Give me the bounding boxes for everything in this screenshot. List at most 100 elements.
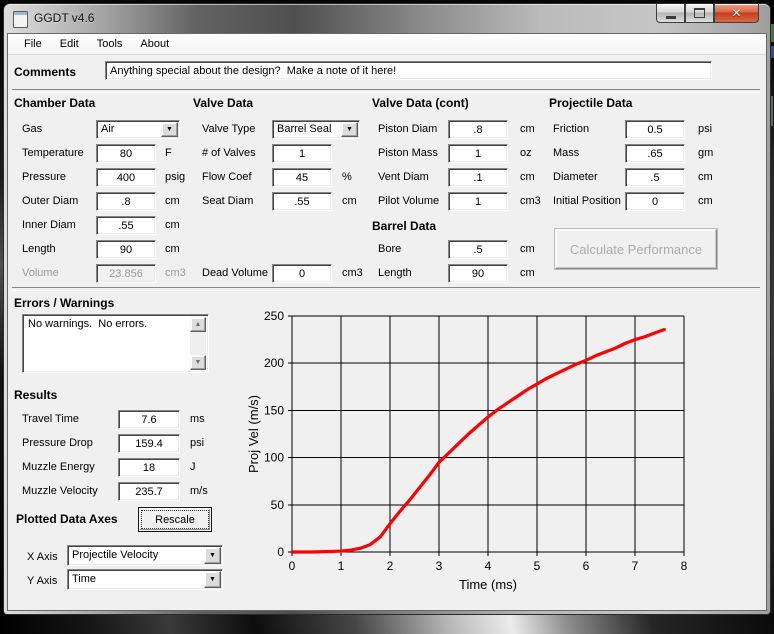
svg-text:5: 5 [534, 559, 541, 573]
proj-diameter-label: Diameter [553, 171, 598, 183]
piston-diam-input[interactable] [448, 120, 508, 139]
comments-input[interactable] [105, 61, 712, 80]
results-title: Results [14, 388, 57, 402]
muzzle-energy-label: Muzzle Energy [22, 461, 95, 473]
svg-text:200: 200 [264, 356, 284, 370]
initial-position-unit: cm [698, 195, 713, 207]
pressure-input[interactable] [96, 168, 156, 187]
y-axis-label: Y Axis [27, 575, 57, 587]
piston-diam-unit: cm [520, 123, 535, 135]
num-valves-input[interactable] [272, 144, 332, 163]
svg-text:4: 4 [485, 559, 492, 573]
muzzle-velocity-label: Muzzle Velocity [22, 485, 98, 497]
svg-text:1: 1 [338, 559, 345, 573]
gas-combobox[interactable]: Air ▼ [96, 120, 180, 139]
desktop-icon-sliver [770, 46, 774, 58]
barrel-length-input[interactable] [448, 264, 508, 283]
chevron-down-icon[interactable]: ▼ [161, 122, 178, 137]
plotted-data-axes-title: Plotted Data Axes [16, 512, 118, 526]
bore-input[interactable] [448, 240, 508, 259]
pilot-volume-input[interactable] [448, 192, 508, 211]
maximize-button[interactable] [685, 4, 714, 23]
muzzle-energy-output [118, 458, 180, 477]
svg-text:Proj Vel (m/s): Proj Vel (m/s) [246, 395, 261, 473]
menu-item-edit[interactable]: Edit [51, 36, 88, 52]
proj-diameter-input[interactable] [625, 168, 685, 187]
minimize-icon [666, 16, 676, 19]
muzzle-velocity-unit: m/s [190, 485, 208, 497]
pressure-unit: psig [165, 171, 185, 183]
menu-item-tools[interactable]: Tools [88, 36, 132, 52]
scroll-down-icon[interactable]: ▼ [190, 355, 206, 370]
valve-data-cont-title: Valve Data (cont) [372, 96, 469, 110]
app-icon [13, 11, 28, 28]
chevron-down-icon[interactable]: ▼ [204, 547, 221, 564]
svg-text:3: 3 [436, 559, 443, 573]
menu-item-about[interactable]: About [131, 36, 178, 52]
separator [12, 89, 760, 93]
inner-diam-input[interactable] [96, 216, 156, 235]
dead-volume-label: Dead Volume [202, 267, 268, 279]
titlebar[interactable]: GGDT v4.6 ✕ [4, 4, 770, 33]
rescale-button[interactable]: Rescale [138, 507, 212, 532]
gas-label: Gas [22, 123, 42, 135]
errors-warnings-textarea[interactable]: No warnings. No errors. ▲ ▼ [22, 314, 209, 373]
svg-text:8: 8 [681, 559, 688, 573]
chevron-down-icon[interactable]: ▼ [341, 122, 358, 137]
initial-position-label: Initial Position [553, 195, 621, 207]
minimize-button[interactable] [656, 4, 685, 23]
scroll-up-icon[interactable]: ▲ [190, 317, 206, 332]
vent-diam-input[interactable] [448, 168, 508, 187]
svg-text:7: 7 [632, 559, 639, 573]
num-valves-label: # of Valves [202, 147, 256, 159]
svg-text:0: 0 [277, 545, 284, 559]
chamber-data-title: Chamber Data [14, 96, 95, 110]
comments-label: Comments [14, 65, 76, 79]
volume-input [96, 264, 156, 283]
menu-item-file[interactable]: File [15, 36, 51, 52]
svg-text:150: 150 [264, 403, 284, 417]
temperature-unit: F [165, 147, 172, 159]
seat-diam-label: Seat Diam [202, 195, 253, 207]
y-axis-select[interactable]: Time ▼ [67, 569, 223, 590]
barrel-length-label: Length [378, 267, 412, 279]
piston-mass-input[interactable] [448, 144, 508, 163]
piston-mass-label: Piston Mass [378, 147, 438, 159]
barrel-data-title: Barrel Data [372, 219, 436, 233]
valve-type-combobox[interactable]: Barrel Seal ▼ [272, 120, 360, 139]
travel-time-unit: ms [190, 413, 205, 425]
outer-diam-input[interactable] [96, 192, 156, 211]
pressure-label: Pressure [22, 171, 66, 183]
vent-diam-label: Vent Diam [378, 171, 429, 183]
menubar: File Edit Tools About [8, 34, 766, 55]
calculate-performance-button[interactable]: Calculate Performance [555, 229, 717, 269]
chamber-length-label: Length [22, 243, 56, 255]
travel-time-label: Travel Time [22, 413, 79, 425]
barrel-length-unit: cm [520, 267, 535, 279]
x-axis-select[interactable]: Projectile Velocity ▼ [67, 545, 223, 566]
temperature-label: Temperature [22, 147, 84, 159]
close-button[interactable]: ✕ [714, 4, 759, 23]
x-axis-label: X Axis [27, 551, 58, 563]
window-title: GGDT v4.6 [34, 11, 94, 25]
scrollbar[interactable]: ▲ ▼ [190, 317, 206, 370]
flow-coef-input[interactable] [272, 168, 332, 187]
maximize-icon [694, 8, 705, 18]
temperature-input[interactable] [96, 144, 156, 163]
chevron-down-icon[interactable]: ▼ [204, 571, 221, 588]
pilot-volume-unit: cm3 [520, 195, 541, 207]
bore-unit: cm [520, 243, 535, 255]
velocity-chart: 012345678050100150200250Time (ms)Proj Ve… [244, 302, 714, 602]
friction-input[interactable] [625, 120, 685, 139]
pressure-drop-output [118, 434, 180, 453]
initial-position-input[interactable] [625, 192, 685, 211]
client-area: Comments Chamber Data Valve Data Valve D… [8, 55, 766, 610]
dead-volume-input[interactable] [272, 264, 332, 283]
chamber-length-input[interactable] [96, 240, 156, 259]
pressure-drop-unit: psi [190, 437, 204, 449]
pilot-volume-label: Pilot Volume [378, 195, 439, 207]
separator [12, 287, 760, 291]
svg-text:Time (ms): Time (ms) [459, 577, 517, 592]
proj-mass-input[interactable] [625, 144, 685, 163]
seat-diam-input[interactable] [272, 192, 332, 211]
